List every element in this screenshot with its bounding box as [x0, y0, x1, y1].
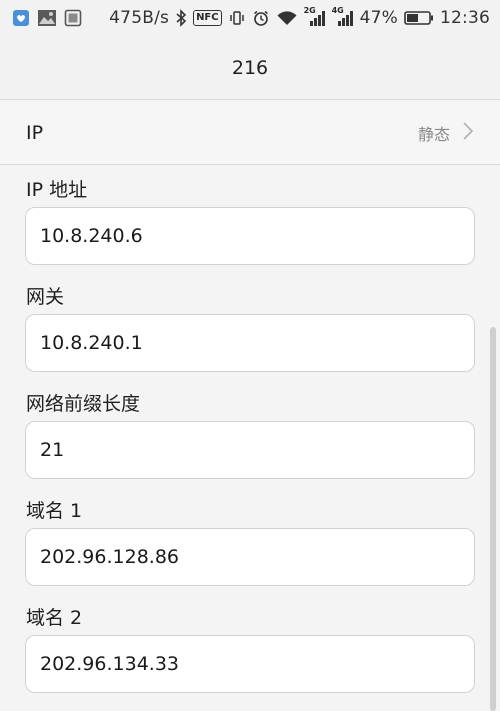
signal-2g-icon: 2G	[304, 6, 326, 27]
clock: 12:36	[440, 8, 490, 28]
image-app-icon	[64, 9, 82, 27]
nfc-label: NFC	[193, 10, 222, 26]
vibrate-icon	[228, 9, 246, 27]
network-title: 216	[231, 56, 269, 79]
chevron-right-icon	[462, 121, 474, 145]
scrollbar[interactable]	[490, 327, 496, 711]
gallery-app-icon	[37, 9, 57, 27]
ip-settings-row[interactable]: IP 静态	[0, 101, 500, 165]
app-header: 216	[0, 36, 500, 100]
dns2-input[interactable]: 202.96.134.33	[25, 635, 475, 693]
nfc-icon: NFC	[193, 10, 222, 26]
network-speed: 475B/s	[109, 8, 170, 28]
bluetooth-icon	[175, 9, 187, 27]
status-bar-right: 475B/s NFC 2G 4G 47% 12:36	[109, 6, 490, 28]
battery-percent: 47%	[359, 8, 398, 28]
ip-settings-label: IP	[26, 121, 44, 144]
dns1-label: 域名 1	[26, 500, 83, 522]
signal-4g-icon: 4G	[332, 6, 354, 27]
ip-settings-selector[interactable]: 静态	[418, 121, 474, 145]
prefix-length-label: 网络前缀长度	[26, 393, 141, 415]
static-ip-form: IP 地址 10.8.240.6 网关 10.8.240.1 网络前缀长度 21…	[0, 166, 500, 711]
ip-address-label: IP 地址	[26, 179, 88, 201]
dns2-label: 域名 2	[26, 607, 83, 629]
status-bar: 475B/s NFC 2G 4G 47% 12:36	[0, 0, 500, 36]
status-bar-left	[12, 9, 82, 27]
alarm-icon	[252, 9, 270, 27]
gateway-input[interactable]: 10.8.240.1	[25, 314, 475, 372]
battery-icon	[404, 10, 434, 26]
health-app-icon	[12, 9, 30, 27]
gateway-label: 网关	[26, 286, 65, 308]
ip-address-input[interactable]: 10.8.240.6	[25, 207, 475, 265]
ip-settings-value: 静态	[417, 124, 450, 144]
prefix-length-input[interactable]: 21	[25, 421, 475, 479]
dns1-input[interactable]: 202.96.128.86	[25, 528, 475, 586]
wifi-icon	[276, 9, 298, 27]
